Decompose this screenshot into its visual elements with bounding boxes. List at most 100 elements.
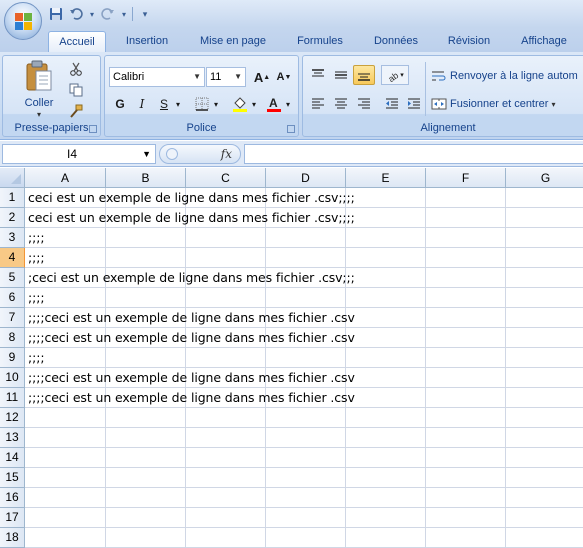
fill-color-button[interactable]	[229, 94, 251, 114]
align-top-button[interactable]	[307, 65, 329, 85]
row-header[interactable]: 8	[0, 328, 25, 348]
row-header[interactable]: 10	[0, 368, 25, 388]
tab-formules[interactable]: Formules	[286, 31, 354, 52]
row-header[interactable]: 16	[0, 488, 25, 508]
office-button[interactable]	[4, 2, 42, 40]
tab-revision[interactable]: Révision	[438, 31, 500, 52]
cell-a6[interactable]: ;;;;	[28, 290, 45, 306]
font-name-select[interactable]: Calibri ▼	[109, 67, 205, 87]
align-top-icon	[312, 69, 324, 77]
row-header[interactable]: 3	[0, 228, 25, 248]
table-row	[25, 248, 583, 268]
cell-a3[interactable]: ;;;;	[28, 230, 45, 246]
formula-value	[245, 145, 248, 159]
customize-icon[interactable]: ▾	[137, 6, 153, 22]
clipboard-launcher-icon[interactable]	[89, 125, 97, 133]
wrap-text-button[interactable]: Renvoyer à la ligne autom	[431, 66, 578, 86]
undo-icon[interactable]	[68, 6, 84, 22]
formula-input[interactable]	[244, 144, 583, 164]
font-color-dropdown-icon[interactable]: ▾	[283, 94, 293, 114]
cell-a10[interactable]: ;;;;ceci est un exemple de ligne dans me…	[28, 370, 355, 386]
italic-button[interactable]: I	[131, 94, 153, 114]
table-row	[25, 288, 583, 308]
redo-icon[interactable]	[100, 6, 116, 22]
chevron-down-icon: ▾	[551, 99, 556, 109]
align-bottom-icon	[358, 73, 370, 81]
tab-affichage[interactable]: Affichage	[510, 31, 578, 52]
row-header[interactable]: 9	[0, 348, 25, 368]
tab-insertion[interactable]: Insertion	[114, 31, 180, 52]
undo-dropdown-icon[interactable]: ▾	[88, 6, 96, 22]
copy-button[interactable]	[65, 80, 87, 100]
column-header-f[interactable]: F	[426, 168, 506, 188]
tab-mise-en-page[interactable]: Mise en page	[190, 31, 276, 52]
cell-a9[interactable]: ;;;;	[28, 350, 45, 366]
borders-dropdown-icon[interactable]: ▾	[211, 94, 221, 114]
cell-a2[interactable]: ceci est un exemple de ligne dans mes fi…	[28, 210, 355, 226]
align-right-button[interactable]	[353, 94, 375, 114]
redo-dropdown-icon[interactable]: ▾	[120, 6, 128, 22]
row-header[interactable]: 13	[0, 428, 25, 448]
borders-button[interactable]	[191, 94, 213, 114]
insert-function-button[interactable]: fx	[221, 147, 232, 161]
shrink-font-button[interactable]: A ▼	[273, 67, 295, 87]
align-middle-button[interactable]	[330, 65, 352, 85]
paste-button[interactable]: Coller ▾	[19, 59, 59, 119]
row-header[interactable]: 2	[0, 208, 25, 228]
save-icon[interactable]	[48, 6, 64, 22]
align-bottom-button[interactable]	[353, 65, 375, 85]
row-header[interactable]: 1	[0, 188, 25, 208]
table-row	[25, 448, 583, 468]
column-header-g[interactable]: G	[506, 168, 583, 188]
format-painter-button[interactable]	[65, 101, 87, 121]
cell-a11[interactable]: ;;;;ceci est un exemple de ligne dans me…	[28, 390, 355, 406]
row-header[interactable]: 14	[0, 448, 25, 468]
column-header-c[interactable]: C	[186, 168, 266, 188]
insert-function-area: fx	[159, 144, 241, 164]
row-header[interactable]: 15	[0, 468, 25, 488]
cell-a4[interactable]: ;;;;	[28, 250, 45, 266]
name-box[interactable]: I4 ▼	[2, 144, 156, 164]
row-header[interactable]: 5	[0, 268, 25, 288]
chevron-down-icon: ▼	[234, 72, 242, 81]
column-header-e[interactable]: E	[346, 168, 426, 188]
row-header[interactable]: 18	[0, 528, 25, 548]
font-color-button[interactable]: A	[263, 94, 285, 114]
fill-color-dropdown-icon[interactable]: ▾	[249, 94, 259, 114]
bold-button[interactable]: G	[109, 94, 131, 114]
align-center-button[interactable]	[330, 94, 352, 114]
column-header-d[interactable]: D	[266, 168, 346, 188]
column-header-b[interactable]: B	[106, 168, 186, 188]
tab-accueil[interactable]: Accueil	[48, 31, 106, 52]
tab-donnees[interactable]: Données	[362, 31, 430, 52]
select-all-button[interactable]	[0, 168, 25, 188]
align-left-button[interactable]	[307, 94, 329, 114]
row-header[interactable]: 7	[0, 308, 25, 328]
merge-cells-icon	[431, 98, 447, 110]
font-launcher-icon[interactable]	[287, 125, 295, 133]
cell-a1[interactable]: ceci est un exemple de ligne dans mes fi…	[28, 190, 355, 206]
alignment-group: ab ▾ Renvoyer à la ligne autom Fusionner …	[302, 55, 583, 137]
decrease-indent-button[interactable]	[381, 94, 403, 114]
row-header[interactable]: 17	[0, 508, 25, 528]
cut-button[interactable]	[65, 59, 87, 79]
row-header[interactable]: 11	[0, 388, 25, 408]
merge-center-button[interactable]: Fusionner et centrer ▾	[431, 94, 555, 114]
font-size-select[interactable]: 11 ▼	[206, 67, 246, 87]
underline-button[interactable]: S	[153, 94, 175, 114]
cell-a8[interactable]: ;;;;ceci est un exemple de ligne dans me…	[28, 330, 355, 346]
underline-dropdown-icon[interactable]: ▾	[173, 94, 183, 114]
grow-font-button[interactable]: A ▲	[251, 67, 273, 87]
column-header-a[interactable]: A	[25, 168, 106, 188]
row-header[interactable]: 4	[0, 248, 25, 268]
row-header[interactable]: 12	[0, 408, 25, 428]
row-header[interactable]: 6	[0, 288, 25, 308]
increase-indent-button[interactable]	[403, 94, 425, 114]
orientation-button[interactable]: ab ▾	[381, 65, 409, 85]
cell-a5[interactable]: ;ceci est un exemple de ligne dans mes f…	[28, 270, 355, 286]
formula-bar-handle[interactable]	[166, 148, 178, 160]
cell-a7[interactable]: ;;;;ceci est un exemple de ligne dans me…	[28, 310, 355, 326]
table-row	[25, 468, 583, 488]
borders-icon	[195, 97, 209, 111]
worksheet[interactable]: ABCDEFG 1 ceci est un exemple de ligne da…	[0, 168, 583, 548]
